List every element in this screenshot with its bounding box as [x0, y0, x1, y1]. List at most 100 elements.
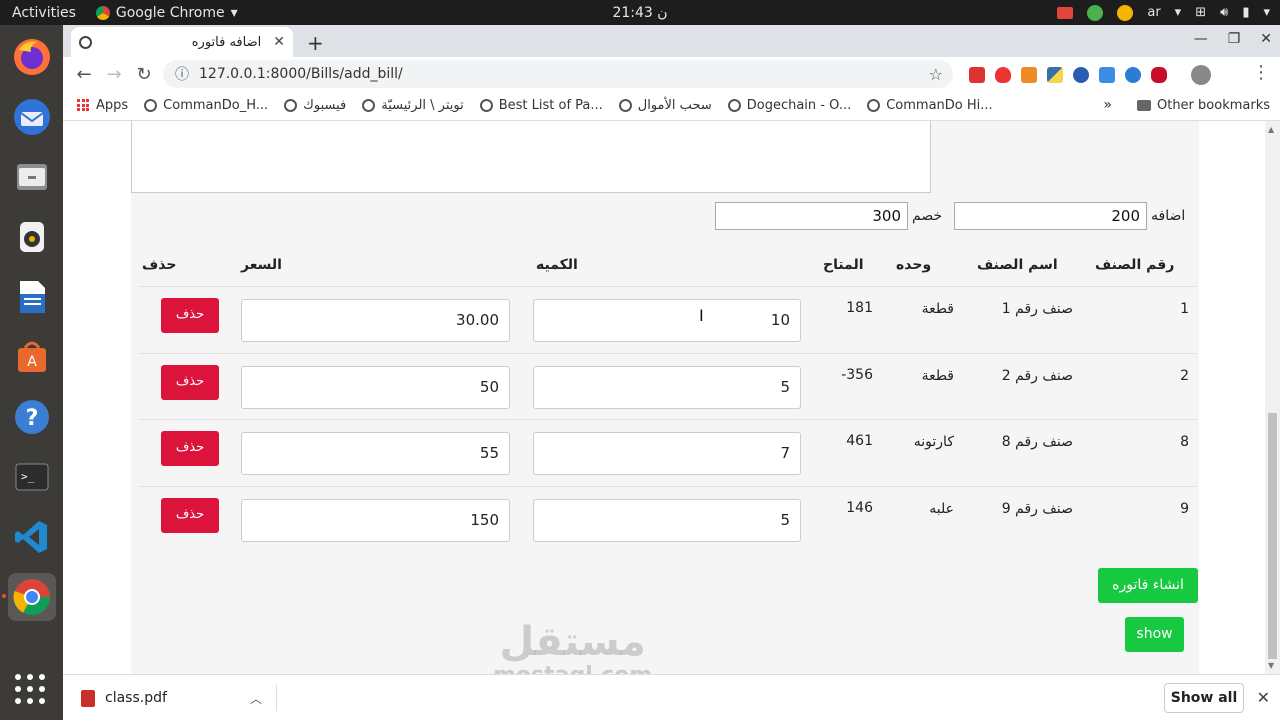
show-all-downloads-button[interactable]: Show all [1164, 683, 1244, 713]
bookmark-item[interactable]: فيسبوك [284, 98, 346, 113]
price-input[interactable]: 55 [241, 432, 510, 475]
python-extension-icon[interactable] [1047, 67, 1063, 83]
scroll-up-arrow-icon[interactable]: ▲ [1268, 125, 1274, 134]
battery-icon[interactable]: ▮ [1242, 5, 1249, 20]
scrollbar-thumb[interactable] [1268, 413, 1277, 659]
chrome-icon[interactable] [1, 573, 56, 621]
globe-icon [362, 99, 376, 112]
quantity-input[interactable]: 7 [533, 432, 801, 475]
delete-row-button[interactable]: حذف [161, 431, 219, 466]
tab-strip: اضافه فاتوره ✕ + — ❐ ✕ [63, 25, 1280, 57]
notes-textarea[interactable] [131, 121, 931, 193]
rhythmbox-icon[interactable] [8, 213, 56, 261]
bookmark-item[interactable]: Best List of Pa... [479, 98, 603, 113]
cell-item-no: 2 [1180, 368, 1189, 384]
files-icon[interactable] [8, 153, 56, 201]
chrome-tray-icon[interactable] [1087, 4, 1104, 21]
delete-row-button[interactable]: حذف [161, 298, 219, 333]
chrome-menu-icon[interactable]: ⋮ [1252, 62, 1270, 83]
chevron-up-icon[interactable]: ︿ [250, 690, 262, 707]
close-window-icon[interactable]: ✕ [1260, 31, 1272, 47]
shield-extension-icon[interactable] [995, 67, 1011, 83]
software-center-icon[interactable]: A [8, 333, 56, 381]
download-bar: class.pdf ︿ Show all ✕ [63, 674, 1280, 720]
discount-input[interactable] [715, 202, 908, 230]
abp-extension-icon[interactable] [1151, 67, 1167, 83]
close-tab-icon[interactable]: ✕ [273, 34, 285, 50]
more-bookmarks-icon[interactable]: » [1103, 97, 1112, 113]
price-input[interactable]: 30.00 [241, 299, 510, 342]
reload-icon[interactable]: ↻ [129, 64, 159, 85]
folder-icon [1136, 100, 1151, 111]
show-button[interactable]: show [1125, 617, 1184, 652]
terminal-icon[interactable]: >_ [8, 453, 56, 501]
address-bar[interactable]: ⓘ 127.0.0.1:8000/Bills/add_bill/ ☆ [163, 60, 953, 88]
bill-form-panel: اضافه خصم رقم الصنف اسم الصنف وحده المتا… [131, 121, 1199, 674]
language-indicator[interactable]: ar [1147, 5, 1160, 20]
quantity-input[interactable]: 5 [533, 499, 801, 542]
network-icon[interactable]: ⊞ [1195, 5, 1206, 20]
bookmark-item[interactable]: CommanDo Hi... [867, 98, 993, 113]
bookmark-item[interactable]: سحب الأموال [618, 98, 712, 113]
thunderbird-icon[interactable] [8, 93, 56, 141]
cell-item-name: صنف رقم 8 [1001, 434, 1073, 450]
delete-row-button[interactable]: حذف [161, 365, 219, 400]
globe-icon [284, 99, 298, 112]
restore-icon[interactable]: ❐ [1228, 31, 1241, 47]
price-input[interactable]: 150 [241, 499, 510, 542]
addition-label: اضافه [1151, 208, 1186, 224]
header-item-name: اسم الصنف [977, 257, 1058, 273]
chevron-down-icon: ▾ [1263, 5, 1270, 20]
back-icon[interactable]: ← [69, 64, 99, 85]
help-icon[interactable]: ? [8, 393, 56, 441]
bookmark-item[interactable]: CommanDo_H... [144, 98, 268, 113]
active-tab[interactable]: اضافه فاتوره ✕ [71, 27, 293, 57]
quantity-input[interactable]: 5 [533, 366, 801, 409]
bookmark-label: Apps [96, 98, 129, 113]
chrome-tray-icon-2[interactable] [1117, 4, 1134, 21]
bookmark-apps[interactable]: Apps [77, 98, 128, 113]
other-bookmarks[interactable]: Other bookmarks [1136, 98, 1270, 113]
scroll-down-arrow-icon[interactable]: ▼ [1268, 661, 1274, 670]
firefox-icon[interactable] [8, 33, 56, 81]
info-extension-icon[interactable] [1073, 67, 1089, 83]
puzzle-extension-icon[interactable] [1021, 67, 1037, 83]
addition-input[interactable] [954, 202, 1147, 230]
extensions-area [969, 65, 1211, 85]
bookmark-star-icon[interactable]: ☆ [929, 65, 943, 84]
activities-button[interactable]: Activities [12, 5, 76, 21]
forward-icon[interactable]: → [99, 64, 129, 85]
cell-item-no: 8 [1180, 434, 1189, 450]
info-icon[interactable]: ⓘ [175, 64, 189, 84]
delete-row-button[interactable]: حذف [161, 498, 219, 533]
system-tray[interactable]: ar ▾ ⊞ 🔊︎ ▮ ▾ [1057, 0, 1270, 25]
volume-icon[interactable]: 🔊︎ [1220, 5, 1228, 20]
apps-grid-icon [77, 99, 90, 112]
price-input[interactable]: 50 [241, 366, 510, 409]
cell-unit: قطعة [921, 301, 954, 317]
cell-available: 461 [846, 433, 873, 449]
globe-icon [618, 99, 632, 112]
c-extension-icon[interactable] [1125, 67, 1141, 83]
minimize-icon[interactable]: — [1194, 31, 1208, 47]
app-menu[interactable]: Google Chrome ▾ [95, 5, 238, 21]
create-invoice-button[interactable]: انشاء فاتوره [1098, 568, 1198, 603]
download-item[interactable]: class.pdf ︿ [81, 685, 277, 711]
quantity-input[interactable]: 10 [533, 299, 801, 342]
iq-extension-icon[interactable] [1099, 67, 1115, 83]
profile-avatar-icon[interactable] [1191, 65, 1211, 85]
bookmark-item[interactable]: Dogechain - O... [727, 98, 851, 113]
window-controls: — ❐ ✕ [1194, 31, 1272, 47]
bookmark-item[interactable]: تويتر \ الرئيسيّة [362, 98, 464, 113]
page-scrollbar[interactable]: ▲ ▼ [1265, 121, 1280, 674]
tab-title: اضافه فاتوره [191, 34, 262, 50]
mail-extension-icon[interactable] [969, 67, 985, 83]
writer-icon[interactable] [8, 273, 56, 321]
vscode-icon[interactable] [8, 513, 56, 561]
show-applications-icon[interactable] [15, 674, 47, 706]
new-tab-button[interactable]: + [307, 31, 324, 55]
cell-available: 356- [841, 367, 873, 383]
cell-unit: علبه [929, 501, 954, 517]
close-download-bar-icon[interactable]: ✕ [1257, 688, 1270, 707]
camera-icon[interactable] [1057, 6, 1074, 19]
